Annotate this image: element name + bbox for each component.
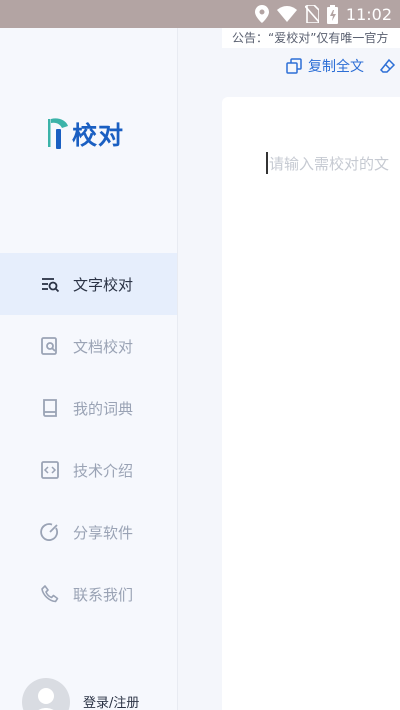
app-logo: 校对 [48, 116, 124, 152]
nav-item-text-proofread[interactable]: 文字校对 [0, 253, 177, 315]
status-bar: 11:02 [0, 0, 400, 28]
copy-all-label: 复制全文 [308, 59, 364, 75]
clear-button[interactable] [380, 58, 396, 74]
status-icons: 11:02 [254, 4, 392, 24]
nav-label: 文字校对 [73, 275, 134, 294]
nav-label: 技术介绍 [73, 461, 134, 480]
sidebar: 校对 文字校对 文档校对 我的词典 技术介绍 分享软件 联系我们 登录/注册 [0, 28, 178, 710]
announcement-banner[interactable]: 公告：“爱校对”仅有唯一官方 [222, 28, 400, 48]
nav-label: 联系我们 [73, 585, 134, 604]
nav-label: 我的词典 [73, 399, 134, 418]
eraser-icon [380, 58, 396, 73]
nav-item-my-dictionary[interactable]: 我的词典 [0, 377, 177, 439]
editor-toolbar: 复制全文 [286, 56, 396, 76]
nav-item-contact-us[interactable]: 联系我们 [0, 563, 177, 625]
copy-all-button[interactable]: 复制全文 [286, 56, 364, 76]
no-sim-icon [304, 5, 319, 23]
share-icon [40, 523, 58, 541]
code-icon [41, 461, 59, 479]
nav-item-doc-proofread[interactable]: 文档校对 [0, 315, 177, 377]
nav-label: 分享软件 [73, 523, 134, 542]
wifi-icon [276, 6, 297, 22]
copy-icon [286, 58, 302, 74]
book-icon [43, 399, 57, 417]
phone-icon [41, 585, 59, 603]
nav-item-share-app[interactable]: 分享软件 [0, 501, 177, 563]
logo-i-icon [48, 118, 68, 149]
text-proofread-icon [42, 278, 60, 293]
document-search-icon [41, 337, 57, 355]
status-time: 11:02 [345, 4, 392, 24]
login-row[interactable]: 登录/注册 [0, 668, 177, 710]
editor-placeholder: 请输入需校对的文 [269, 155, 390, 173]
logo-text: 校对 [72, 121, 125, 150]
nav-label: 文档校对 [73, 337, 134, 356]
login-register-link[interactable]: 登录/注册 [83, 692, 139, 710]
user-avatar-icon [38, 688, 54, 710]
nav-item-tech-intro[interactable]: 技术介绍 [0, 439, 177, 501]
text-editor[interactable] [222, 97, 400, 710]
avatar[interactable] [22, 678, 70, 710]
text-cursor [266, 152, 268, 174]
battery-charging-icon [326, 4, 338, 24]
location-icon [254, 5, 269, 23]
